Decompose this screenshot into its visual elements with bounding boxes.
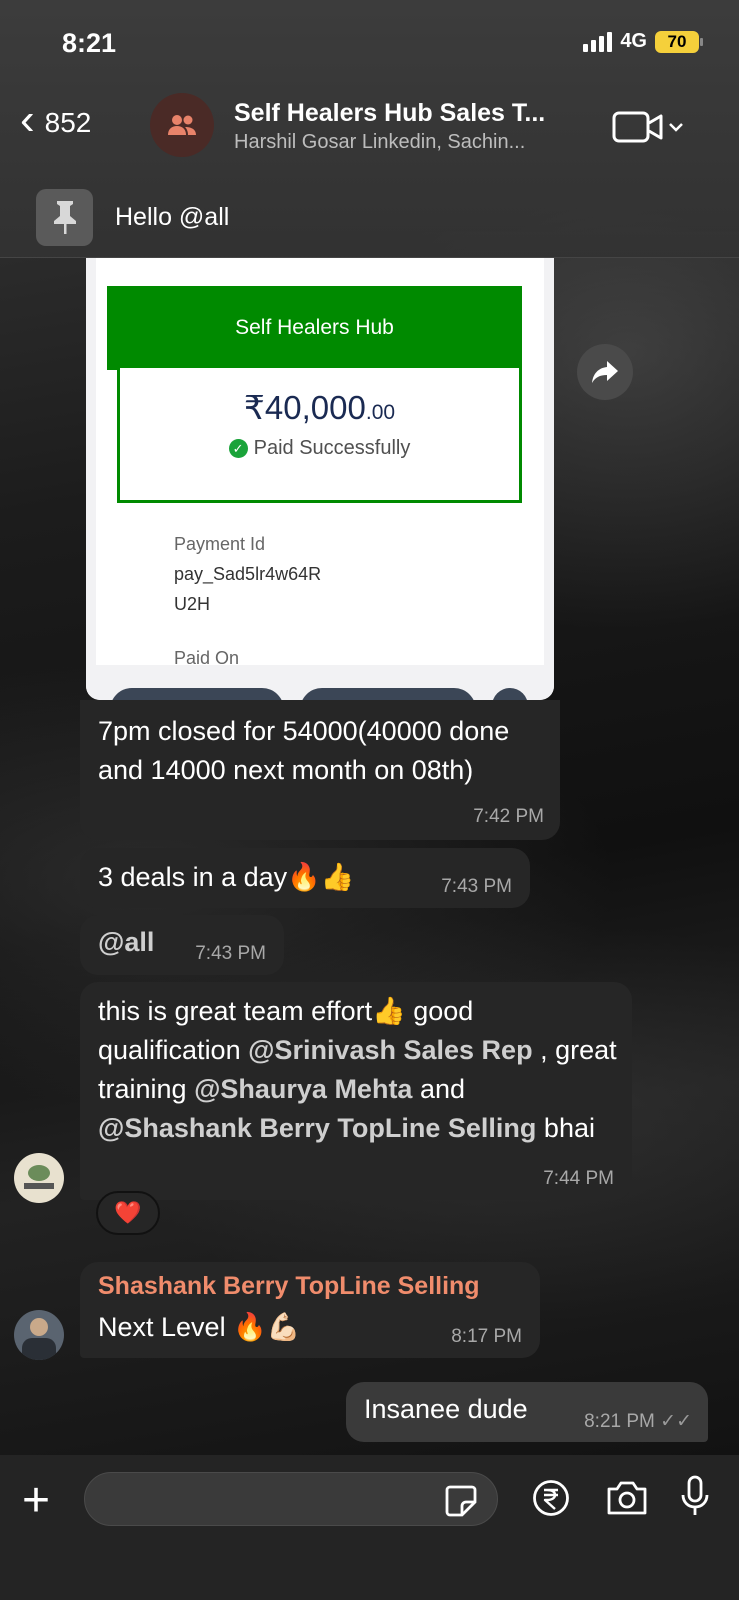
video-call-button[interactable]: [612, 110, 684, 144]
mention-shashank[interactable]: @Shashank Berry TopLine Selling: [98, 1113, 536, 1143]
message-bubble[interactable]: Shashank Berry TopLine Selling Next Leve…: [80, 1262, 540, 1358]
group-avatar[interactable]: [150, 93, 214, 157]
status-time: 8:21: [62, 28, 117, 58]
check-icon: ✓: [228, 439, 248, 458]
receipt-payment-id-label: Payment Id: [174, 534, 266, 554]
camera-icon[interactable]: [605, 1479, 649, 1517]
plus-icon[interactable]: +: [22, 1477, 50, 1525]
message-bubble[interactable]: 7pm closed for 54000(40000 done and 1400…: [80, 700, 560, 840]
receipt-amount-main: ₹40,000: [243, 389, 366, 426]
message-text: 3 deals in a day🔥👍: [98, 862, 355, 892]
message-time: 7:43 PM: [195, 943, 266, 964]
message-bubble[interactable]: 3 deals in a day🔥👍 7:43 PM: [80, 848, 530, 908]
message-mention: @all: [98, 927, 155, 957]
receipt-payment-id-line1: pay_Sad5lr4w64R: [174, 564, 322, 584]
group-members[interactable]: Harshil Gosar Linkedin, Sachin...: [234, 131, 574, 154]
message-input[interactable]: [84, 1472, 498, 1526]
heart-reaction[interactable]: ❤️: [96, 1191, 160, 1235]
rupee-icon[interactable]: [532, 1479, 570, 1517]
battery-level: 70: [667, 31, 687, 51]
chevron-down-icon: [669, 123, 683, 132]
message-time: 7:44 PM: [543, 1168, 614, 1189]
receipt-merchant: Self Healers Hub: [107, 286, 522, 370]
composer-bar: +: [0, 1455, 739, 1600]
group-title[interactable]: Self Healers Hub Sales T...: [234, 99, 574, 128]
sender-avatar[interactable]: [14, 1153, 64, 1203]
signal-icon: [583, 31, 613, 52]
forward-button[interactable]: [577, 344, 633, 400]
mention-srinivash[interactable]: @Srinivash Sales Rep: [248, 1035, 532, 1065]
text-part: bhai: [536, 1113, 595, 1143]
receipt-status-text: Paid Successfully: [253, 437, 411, 459]
chevron-left-icon: ‹: [20, 95, 35, 144]
message-text: 7pm closed for 54000(40000 done and 1400…: [98, 716, 510, 785]
outgoing-message-bubble[interactable]: Insanee dude 8:21 PM ✓✓: [346, 1382, 708, 1442]
pinned-text: Hello @all: [115, 202, 230, 231]
microphone-icon[interactable]: [680, 1475, 710, 1519]
message-text: Insanee dude: [364, 1394, 528, 1424]
back-button[interactable]: ‹ 852: [20, 98, 92, 142]
receipt-divider: [119, 500, 519, 503]
battery-icon: 70: [655, 30, 703, 53]
avatar-art: [28, 1165, 50, 1181]
avatar-art: [22, 1338, 56, 1360]
mention-shaurya[interactable]: @Shaurya Mehta: [194, 1074, 412, 1104]
share-arrow-icon: [592, 361, 618, 383]
video-call-icon: [612, 111, 663, 143]
message-bubble[interactable]: this is great team effort👍 good qualific…: [80, 982, 632, 1200]
group-icon: [168, 115, 196, 135]
message-time: 8:21 PM ✓✓: [584, 1410, 692, 1433]
status-indicators: 4G 70: [583, 30, 703, 53]
message-time: 8:17 PM: [451, 1326, 522, 1347]
pinned-message-bar[interactable]: Hello @all: [0, 176, 739, 258]
message-text: this is great team effort👍 good qualific…: [98, 992, 618, 1148]
receipt-payment-id-line2: U2H: [174, 594, 211, 614]
text-part: and: [412, 1074, 466, 1104]
message-time: 7:42 PM: [473, 806, 544, 827]
heart-icon: ❤️: [114, 1200, 142, 1225]
sender-name[interactable]: Shashank Berry TopLine Selling: [98, 1272, 480, 1301]
receipt-amount-decimal: .00: [365, 401, 396, 424]
read-receipt-icon: ✓✓: [660, 1411, 692, 1432]
message-bubble[interactable]: @all 7:43 PM: [80, 915, 284, 975]
message-text: Next Level 🔥💪🏻: [98, 1312, 301, 1342]
sender-avatar[interactable]: [14, 1310, 64, 1360]
sticker-icon[interactable]: [444, 1484, 478, 1518]
unread-count: 852: [44, 107, 92, 138]
avatar-art: [24, 1183, 54, 1189]
receipt-amount: ₹40,000.00: [117, 388, 522, 427]
message-time: 7:43 PM: [441, 876, 512, 897]
network-type: 4G: [620, 30, 647, 52]
message-time-text: 8:21 PM: [584, 1411, 655, 1432]
pin-icon: [36, 188, 93, 246]
receipt-status: ✓ Paid Successfully: [117, 437, 522, 460]
avatar-art: [30, 1318, 48, 1336]
